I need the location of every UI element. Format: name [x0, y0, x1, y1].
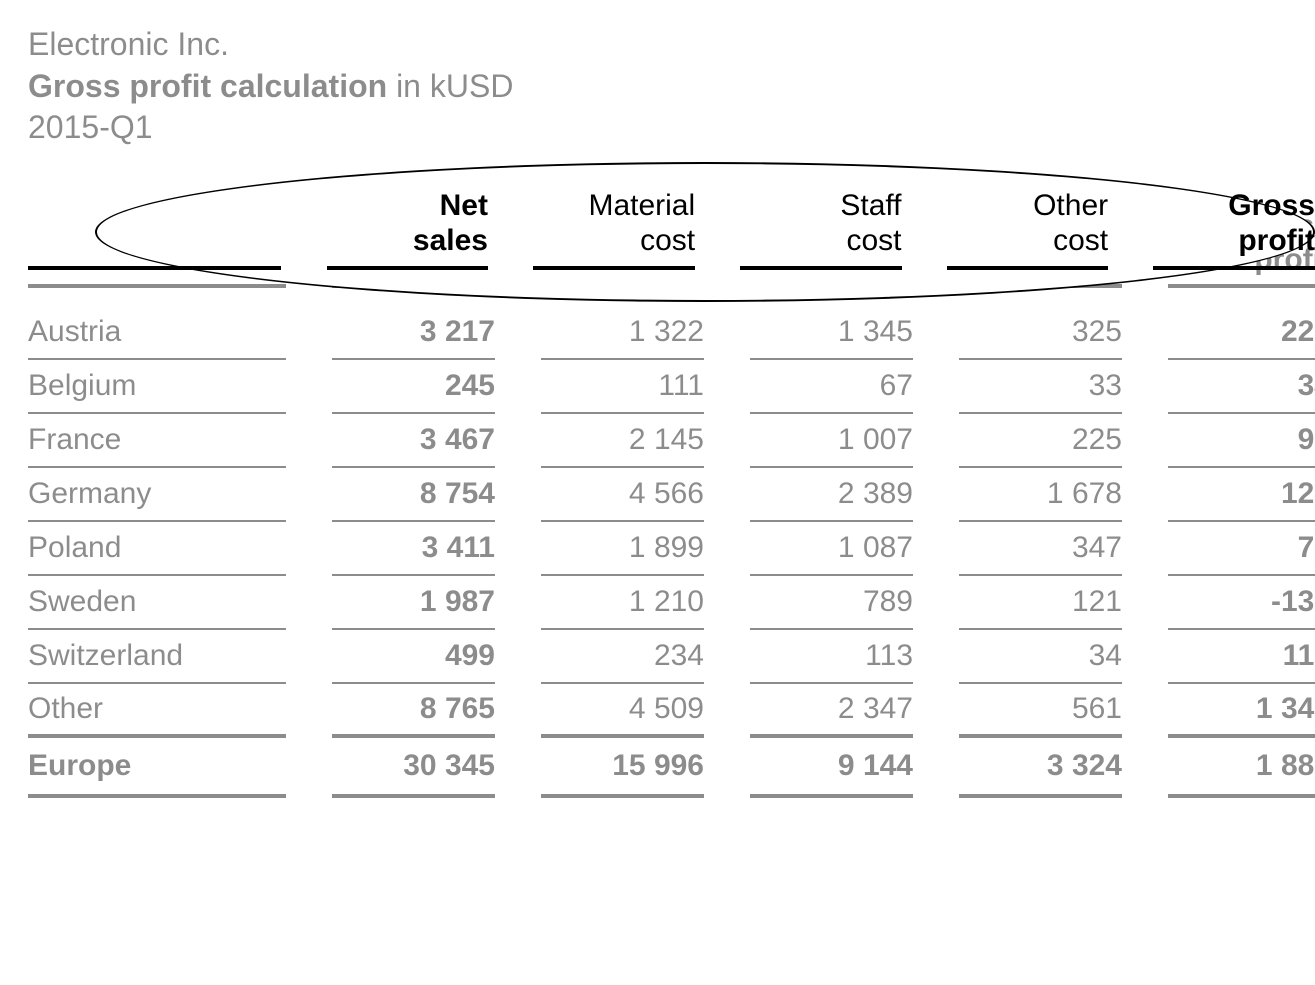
- row-label: Belgium: [28, 360, 286, 414]
- title-bold: Gross profit calculation: [28, 68, 387, 104]
- total-label: Europe: [28, 738, 286, 798]
- row-label: Switzerland: [28, 630, 286, 684]
- table-row: Germany 8 754 4 566 2 389 1 678 121: [28, 468, 1315, 522]
- col-header-material-cost: Materialcost: [541, 209, 704, 284]
- col-header-staff-cost: Staffcost: [750, 209, 913, 284]
- cell-other-cost: 325: [959, 306, 1122, 360]
- data-table: Netsales Materialcost Staffcost Othercos…: [28, 209, 1315, 798]
- table-total-row: Europe 30 345 15 996 9 144 3 324 1 881: [28, 738, 1315, 798]
- title-unit: in kUSD: [387, 68, 513, 104]
- company-name: Electronic Inc.: [28, 24, 1287, 66]
- header-row: Netsales Materialcost Staffcost Othercos…: [28, 209, 1315, 284]
- table-row: France 3 467 2 145 1 007 225 90: [28, 414, 1315, 468]
- total-material-cost: 15 996: [541, 738, 704, 798]
- cell-material-cost: 1 322: [541, 306, 704, 360]
- total-other-cost: 3 324: [959, 738, 1122, 798]
- table-row: Poland 3 411 1 899 1 087 347 78: [28, 522, 1315, 576]
- table-row: Sweden 1 987 1 210 789 121 -133: [28, 576, 1315, 630]
- table-row: Belgium 245 111 67 33 34: [28, 360, 1315, 414]
- row-label: Austria: [28, 306, 286, 360]
- report-period: 2015-Q1: [28, 107, 1287, 149]
- title-block: Electronic Inc. Gross profit calculation…: [28, 24, 1287, 149]
- table-row: Austria 3 217 1 322 1 345 325 225: [28, 306, 1315, 360]
- table-row: Switzerland 499 234 113 34 118: [28, 630, 1315, 684]
- col-header-net-sales: Netsales: [332, 209, 495, 284]
- total-gross-profit: 1 881: [1168, 738, 1315, 798]
- row-label: Poland: [28, 522, 286, 576]
- col-header-gross-profit: Grossprofit: [1168, 209, 1315, 284]
- report: Electronic Inc. Gross profit calculation…: [0, 0, 1315, 798]
- row-label: Other: [28, 684, 286, 738]
- cell-staff-cost: 1 345: [750, 306, 913, 360]
- cell-gross-profit: 225: [1168, 306, 1315, 360]
- row-label: France: [28, 414, 286, 468]
- row-label: Sweden: [28, 576, 286, 630]
- col-header-other-cost: Othercost: [959, 209, 1122, 284]
- table-row: Other 8 765 4 509 2 347 561 1 348: [28, 684, 1315, 738]
- report-title: Gross profit calculation in kUSD: [28, 66, 1287, 108]
- total-net-sales: 30 345: [332, 738, 495, 798]
- total-staff-cost: 9 144: [750, 738, 913, 798]
- cell-net-sales: 3 217: [332, 306, 495, 360]
- row-label: Germany: [28, 468, 286, 522]
